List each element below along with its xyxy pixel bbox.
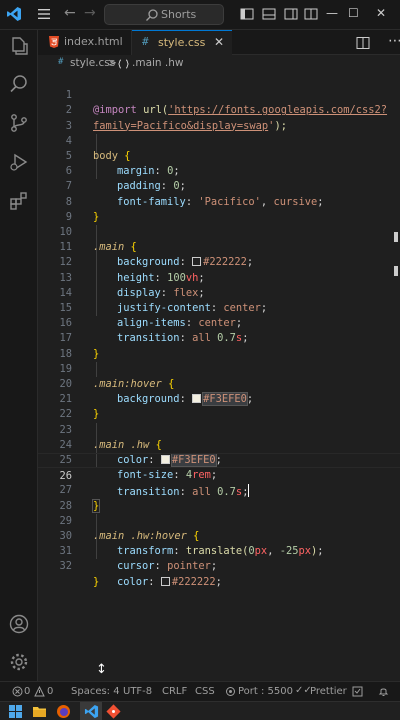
code-line: 23 .main .hw { [38,407,400,451]
title-bar: ← → Shorts — ☐ ✕ [0,0,400,30]
code-line: 20 background: #F3EFE0; [38,362,400,407]
maximize-icon[interactable]: ☐ [348,6,359,20]
breadcrumb: # style.css > .main .hw [38,55,400,73]
css-file-icon: # [58,57,64,67]
run-debug-icon[interactable] [8,151,30,173]
hamburger-menu-icon[interactable] [36,6,52,22]
os-taskbar [0,701,400,720]
firefox-icon[interactable] [56,704,71,719]
code-line: 9 [38,195,400,223]
git-icon[interactable] [106,704,121,719]
code-line: 15 align-items: center; [38,286,400,329]
toggle-secondary-sidebar-icon[interactable] [284,7,298,21]
indentation-status[interactable]: Spaces: 4 [71,686,120,697]
code-line: 6 padding: 0; [38,149,400,192]
tab-label: style.css [158,36,206,49]
code-line: 25 font-size: 4rem; [38,438,400,481]
encoding-status[interactable]: UTF-8 [123,686,152,697]
source-control-icon[interactable] [8,112,30,134]
split-editor-icon[interactable] [356,36,370,50]
warning-count[interactable]: 0 [47,686,53,697]
code-line: 4 body { [38,119,400,162]
language-mode[interactable]: CSS [195,686,215,697]
tab-style-css[interactable]: # style.css ✕ [132,30,232,55]
css-braces-icon: # [142,35,149,48]
notifications-bell-icon[interactable] [378,686,389,697]
minimize-icon[interactable]: — [326,6,338,20]
vscode-logo-icon [7,7,21,21]
live-server-port[interactable]: Port : 5500 [238,686,293,697]
code-line: 29 .main .hw:hover { [38,499,400,542]
code-line: 10 .main { [38,210,400,253]
code-line: 12 height: 100vh; [38,240,400,283]
command-center-search[interactable]: Shorts [104,4,224,25]
vscode-taskbar-icon[interactable] [84,704,99,719]
feedback-icon[interactable] [352,686,363,697]
scrollbar-marker[interactable] [394,266,398,276]
code-line: 31 cursor: pointer; [38,529,400,572]
search-text: Shorts [161,8,197,21]
explorer-icon[interactable] [8,35,30,57]
extensions-icon[interactable] [8,190,30,212]
back-arrow-icon[interactable]: ← [64,5,76,21]
code-line: 5 margin: 0; [38,134,400,177]
scrollbar-marker[interactable] [394,232,398,242]
code-line: 1 @import url('https://fonts.googleapis.… [38,73,400,116]
selector-symbol-icon [118,59,129,69]
warning-icon [34,686,45,697]
more-actions-icon[interactable]: ⋯ [388,33,400,49]
tab-label: index.html [64,35,123,48]
code-line: 18 [38,331,400,360]
code-line: 7 font-family: 'Pacifico', cursive; [38,164,400,207]
code-line: 21 } [38,377,400,420]
code-line: 27 } [38,468,400,513]
color-swatch[interactable] [160,576,170,586]
code-line: 8 } [38,179,400,223]
toggle-sidebar-icon[interactable] [240,7,254,21]
code-line: 32 color: #222222; [38,544,400,587]
windows-start-icon[interactable] [8,704,23,719]
file-explorer-icon[interactable] [32,704,47,719]
code-line: 2 family=Pacifico&display=swap'); [38,88,400,131]
error-count[interactable]: 0 [24,686,30,697]
close-icon[interactable]: ✕ [376,6,386,20]
code-line: 28 [38,483,400,512]
code-line: 19 .main:hover { [38,347,400,390]
html5-icon [49,36,59,48]
code-line: } [93,575,100,588]
search-icon[interactable] [8,73,30,95]
breadcrumb-separator: > [108,57,117,69]
accounts-icon[interactable] [8,613,30,635]
activity-bar [0,30,38,681]
code-line: 24 color: #F3EFE0; [38,423,400,467]
editor-tabs: index.html # style.css ✕ ⋯ [38,30,400,55]
eol-status[interactable]: CRLF [162,686,187,697]
breadcrumb-symbol[interactable]: .main .hw [132,57,184,69]
code-line: 22 [38,392,400,420]
code-line: 13 display: flex; [38,255,400,299]
code-line: 16 transition: all 0.7s; [38,301,400,344]
prettier-status[interactable]: Prettier [310,686,347,697]
status-bar: 0 0 Spaces: 4 UTF-8 CRLF CSS Port : 5500… [0,681,400,701]
broadcast-icon [226,687,235,696]
search-icon [146,9,158,21]
mouse-resize-cursor: ↕ [96,662,107,677]
code-line: 30 transform: translate(0px, -25px); [38,514,400,557]
code-line: 11 background: #222222; [38,225,400,268]
toggle-panel-icon[interactable] [262,7,276,21]
tab-index-html[interactable]: index.html [38,30,132,55]
code-editor[interactable]: 1 @import url('https://fonts.googleapis.… [38,73,400,681]
error-icon [12,686,23,697]
code-line-active: 26 transition: all 0.7s; [38,453,400,498]
customize-layout-icon[interactable] [304,7,318,21]
code-line: 17 } [38,316,400,359]
forward-arrow-icon[interactable]: → [84,5,96,21]
code-line: 3 [38,103,400,132]
close-tab-icon[interactable]: ✕ [214,35,224,49]
manage-gear-icon[interactable] [8,651,30,673]
code-line: 14 justify-content: center; [38,271,400,314]
